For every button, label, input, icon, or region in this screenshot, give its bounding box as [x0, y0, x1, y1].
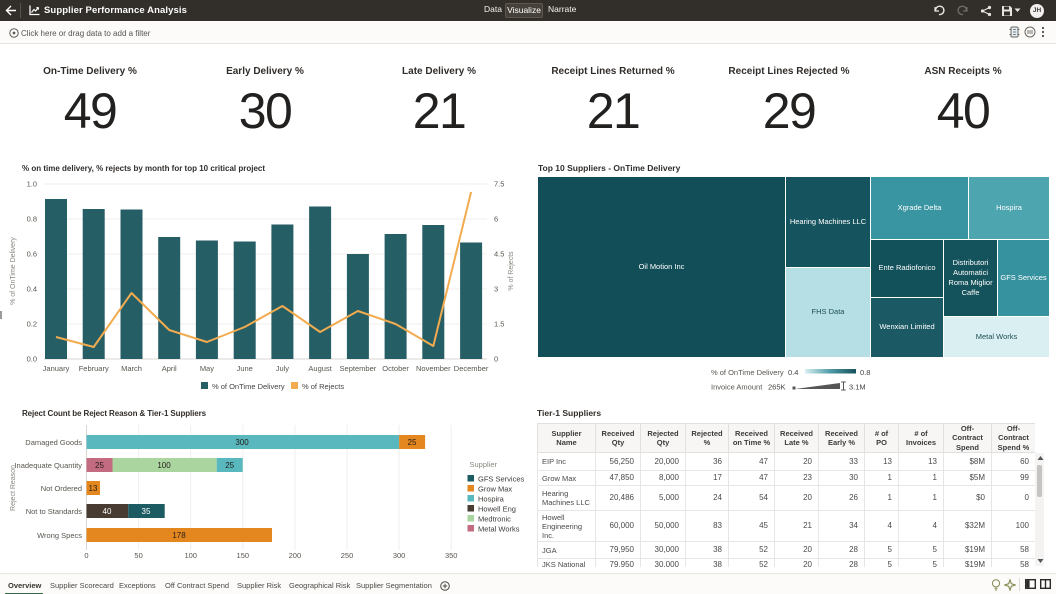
svg-text:Grow Max: Grow Max — [478, 485, 512, 494]
svg-text:January: January — [43, 364, 70, 373]
svg-text:0.4: 0.4 — [27, 285, 37, 294]
svg-text:November: November — [416, 364, 451, 373]
svg-text:0: 0 — [84, 551, 88, 560]
svg-text:% of OnTime Delivery: % of OnTime Delivery — [10, 237, 17, 305]
svg-text:Howell Eng: Howell Eng — [478, 505, 516, 514]
svg-text:GFS Services: GFS Services — [478, 475, 525, 484]
svg-text:350: 350 — [445, 551, 458, 560]
svg-text:Reject Reason: Reject Reason — [10, 465, 17, 511]
svg-text:April: April — [162, 364, 177, 373]
svg-text:December: December — [454, 364, 489, 373]
svg-text:March: March — [121, 364, 142, 373]
svg-text:% of OnTime Delivery: % of OnTime Delivery — [711, 368, 784, 377]
svg-text:May: May — [200, 364, 214, 373]
svg-text:3.1M: 3.1M — [849, 383, 866, 392]
svg-text:7.5: 7.5 — [494, 180, 504, 189]
svg-text:200: 200 — [289, 551, 302, 560]
svg-text:35: 35 — [142, 507, 151, 516]
svg-text:25: 25 — [408, 438, 417, 447]
svg-text:0.8: 0.8 — [27, 215, 37, 224]
svg-text:50: 50 — [134, 551, 142, 560]
svg-text:Inadequate Quantity: Inadequate Quantity — [14, 461, 82, 470]
svg-text:Not Ordered: Not Ordered — [41, 484, 82, 493]
svg-text:4.5: 4.5 — [494, 250, 504, 259]
svg-text:Invoice Amount: Invoice Amount — [711, 383, 763, 392]
svg-text:13: 13 — [89, 484, 98, 493]
svg-text:February: February — [79, 364, 109, 373]
svg-text:300: 300 — [235, 438, 249, 447]
svg-text:0.8: 0.8 — [860, 368, 870, 377]
svg-text:1.0: 1.0 — [27, 180, 37, 189]
svg-text:100: 100 — [184, 551, 197, 560]
svg-text:178: 178 — [172, 531, 186, 540]
svg-text:Metal Works: Metal Works — [478, 525, 520, 534]
svg-text:265K: 265K — [768, 383, 786, 392]
svg-text:25: 25 — [95, 461, 104, 470]
svg-text:October: October — [382, 364, 409, 373]
svg-text:Not to Standards: Not to Standards — [26, 507, 83, 516]
svg-text:August: August — [308, 364, 332, 373]
svg-text:% of Rejects: % of Rejects — [508, 251, 515, 291]
svg-text:150: 150 — [237, 551, 250, 560]
svg-text:0: 0 — [494, 355, 498, 364]
svg-text:300: 300 — [393, 551, 406, 560]
svg-text:25: 25 — [225, 461, 234, 470]
svg-text:0.2: 0.2 — [27, 320, 37, 329]
svg-text:6: 6 — [494, 215, 498, 224]
svg-text:% of Rejects: % of Rejects — [302, 382, 344, 391]
svg-text:Hospira: Hospira — [478, 495, 505, 504]
svg-text:250: 250 — [341, 551, 354, 560]
svg-text:3: 3 — [494, 285, 498, 294]
svg-text:0.4: 0.4 — [788, 368, 798, 377]
svg-text:June: June — [237, 364, 253, 373]
svg-text:1.5: 1.5 — [494, 320, 504, 329]
svg-text:% of OnTime Delivery: % of OnTime Delivery — [212, 382, 285, 391]
svg-text:Medtronic: Medtronic — [478, 515, 511, 524]
svg-text:40: 40 — [103, 507, 112, 516]
svg-text:0.0: 0.0 — [27, 355, 37, 364]
svg-text:Wrong Specs: Wrong Specs — [37, 531, 82, 540]
svg-text:100: 100 — [157, 461, 171, 470]
svg-text:Supplier: Supplier — [470, 460, 498, 469]
svg-text:0.6: 0.6 — [27, 250, 37, 259]
svg-text:Damaged Goods: Damaged Goods — [25, 438, 82, 447]
svg-text:September: September — [340, 364, 377, 373]
svg-text:July: July — [276, 364, 290, 373]
